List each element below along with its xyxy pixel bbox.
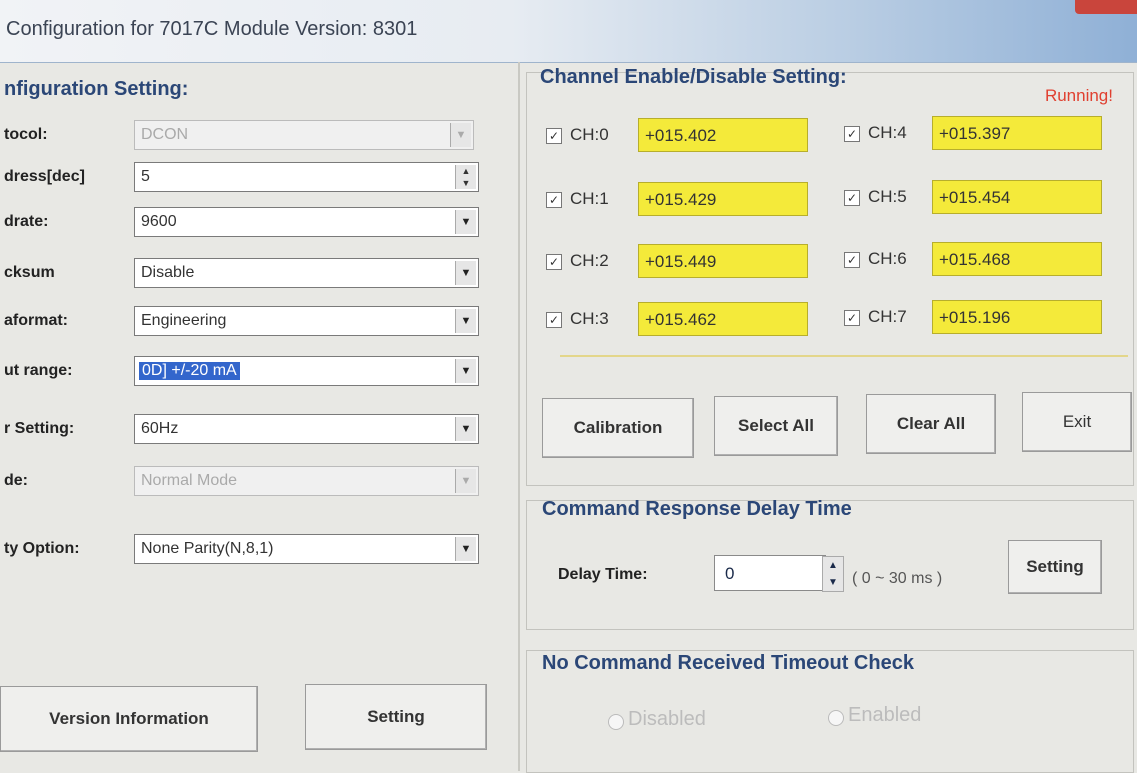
- version-information-button[interactable]: Version Information: [0, 686, 258, 752]
- config-select: DCON ▼: [134, 120, 474, 150]
- channel-label: CH:6: [868, 249, 907, 268]
- channel-value: +015.449: [645, 252, 717, 271]
- channel-value: +015.196: [939, 308, 1011, 327]
- delay-time-input[interactable]: 0: [714, 555, 826, 591]
- delay-time-label: Delay Time:: [558, 566, 648, 583]
- config-heading: nfiguration Setting:: [4, 78, 189, 100]
- config-select[interactable]: None Parity(N,8,1) ▼: [134, 534, 479, 564]
- checkbox-icon[interactable]: ✓: [546, 254, 562, 270]
- config-select[interactable]: Disable ▼: [134, 258, 479, 288]
- chevron-down-icon[interactable]: ▼: [455, 417, 476, 441]
- config-label: ut range:: [4, 362, 73, 379]
- channel-label: CH:5: [868, 187, 907, 206]
- channel-value-box: +015.196: [932, 300, 1102, 334]
- config-value: Disable: [141, 264, 195, 281]
- channel-value-box: +015.449: [638, 244, 808, 278]
- config-select[interactable]: 9600 ▼: [134, 207, 479, 237]
- checkbox-icon[interactable]: ✓: [546, 128, 562, 144]
- delay-range-text: ( 0 ~ 30 ms ): [852, 570, 943, 587]
- config-value: 0D] +/-20 mA: [139, 362, 240, 380]
- channel-value: +015.454: [939, 188, 1011, 207]
- timeout-disabled-label: Disabled: [628, 708, 706, 730]
- config-select[interactable]: 0D] +/-20 mA ▼: [134, 356, 479, 386]
- address-spinbox[interactable]: 5 ▲ ▼: [134, 162, 479, 192]
- config-label: aformat:: [4, 312, 69, 329]
- calibration-button[interactable]: Calibration: [542, 398, 694, 458]
- channel-value-box: +015.429: [638, 182, 808, 216]
- channel-heading: Channel Enable/Disable Setting:: [540, 66, 847, 88]
- channel-label: CH:2: [570, 251, 609, 270]
- channel-value-box: +015.462: [638, 302, 808, 336]
- chevron-down-icon[interactable]: ▼: [455, 537, 476, 561]
- config-label: dress[dec]: [4, 168, 85, 185]
- channel-value: +015.462: [645, 310, 717, 329]
- close-button[interactable]: [1075, 0, 1137, 14]
- channel-value: +015.402: [645, 126, 717, 145]
- config-value: Engineering: [141, 312, 227, 329]
- channel-label: CH:0: [570, 125, 609, 144]
- channel-value: +015.397: [939, 124, 1011, 143]
- chevron-down-icon: ▼: [450, 123, 471, 147]
- select-all-button[interactable]: Select All: [714, 396, 838, 456]
- checkbox-icon[interactable]: ✓: [844, 190, 860, 206]
- exit-button[interactable]: Exit: [1022, 392, 1132, 452]
- channel-value: +015.468: [939, 250, 1011, 269]
- channel-label: CH:7: [868, 307, 907, 326]
- channel-label: CH:4: [868, 123, 907, 142]
- delay-spin-icon[interactable]: ▲ ▼: [822, 556, 844, 592]
- config-select[interactable]: Engineering ▼: [134, 306, 479, 336]
- timeout-enabled-label: Enabled: [848, 704, 922, 726]
- clear-all-button[interactable]: Clear All: [866, 394, 996, 454]
- channel-separator: [560, 355, 1128, 357]
- checkbox-icon[interactable]: ✓: [844, 126, 860, 142]
- window-title: Configuration for 7017C Module Version: …: [6, 18, 418, 40]
- config-label: drate:: [4, 213, 49, 230]
- config-value: DCON: [141, 126, 189, 143]
- channel-value-box: +015.468: [932, 242, 1102, 276]
- config-value: None Parity(N,8,1): [141, 540, 274, 557]
- checkbox-icon[interactable]: ✓: [844, 252, 860, 268]
- timeout-disabled-radio[interactable]: [608, 714, 624, 730]
- config-label: cksum: [4, 264, 55, 281]
- config-select: Normal Mode ▼: [134, 466, 479, 496]
- chevron-down-icon[interactable]: ▼: [455, 261, 476, 285]
- config-label: r Setting:: [4, 420, 75, 437]
- channel-value-box: +015.402: [638, 118, 808, 152]
- config-select[interactable]: 60Hz ▼: [134, 414, 479, 444]
- chevron-down-icon[interactable]: ▼: [455, 210, 476, 234]
- chevron-down-icon[interactable]: ▼: [455, 309, 476, 333]
- channel-label: CH:3: [570, 309, 609, 328]
- channel-value: +015.429: [645, 190, 717, 209]
- channel-value-box: +015.454: [932, 180, 1102, 214]
- timeout-heading: No Command Received Timeout Check: [542, 652, 914, 674]
- checkbox-icon[interactable]: ✓: [546, 192, 562, 208]
- delay-heading: Command Response Delay Time: [542, 498, 852, 520]
- delay-time-value: 0: [725, 564, 735, 583]
- channel-value-box: +015.397: [932, 116, 1102, 150]
- config-value: Normal Mode: [141, 472, 238, 489]
- panel-divider: [518, 62, 520, 771]
- config-setting-button[interactable]: Setting: [305, 684, 487, 750]
- timeout-enabled-radio[interactable]: [828, 710, 844, 726]
- config-label: ty Option:: [4, 540, 80, 557]
- delay-setting-button[interactable]: Setting: [1008, 540, 1102, 594]
- chevron-down-icon[interactable]: ▼: [455, 359, 476, 383]
- channel-label: CH:1: [570, 189, 609, 208]
- status-text: Running!: [1044, 86, 1113, 105]
- checkbox-icon[interactable]: ✓: [546, 312, 562, 328]
- checkbox-icon[interactable]: ✓: [844, 310, 860, 326]
- spin-arrows-icon[interactable]: ▲ ▼: [455, 165, 476, 189]
- title-bar: Configuration for 7017C Module Version: …: [0, 0, 1137, 63]
- config-value: 60Hz: [141, 420, 179, 437]
- config-label: de:: [4, 472, 28, 489]
- chevron-down-icon: ▼: [455, 469, 476, 493]
- config-value: 9600: [141, 213, 177, 230]
- config-label: tocol:: [4, 126, 48, 143]
- config-value: 5: [141, 168, 150, 185]
